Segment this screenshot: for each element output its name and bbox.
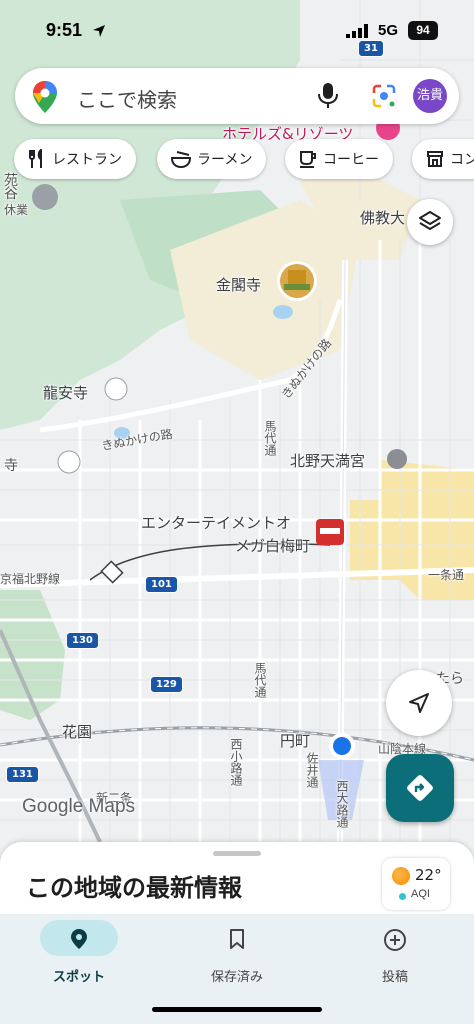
coffee-cup-icon [300, 151, 316, 168]
network-type: 5G [378, 22, 399, 39]
route-shield-101: 101 [145, 576, 178, 593]
location-pin-icon [71, 929, 87, 949]
map-label-ryoanji[interactable]: 龍安寺 [43, 382, 88, 403]
map-label-tani: 谷 [4, 186, 18, 202]
map-label-ji-left: 寺 [4, 458, 18, 474]
aqi-label: AQI [411, 888, 430, 900]
cellular-signal-icon [346, 24, 368, 38]
route-shield-129: 129 [150, 676, 183, 693]
map-label-ichijo: 一条通 [428, 568, 465, 582]
battery-indicator: 94 [408, 21, 438, 40]
map-label-kinkakuji[interactable]: 金閣寺 [216, 274, 261, 295]
add-circle-icon [384, 929, 406, 951]
navigation-arrow-icon [409, 693, 429, 713]
status-time: 9:51 [46, 20, 83, 40]
map-label-entertainment-2[interactable]: メガ白梅町 [235, 535, 310, 556]
map-label-kyofuku: 京福北野線 [0, 572, 61, 586]
fork-knife-icon [29, 149, 42, 168]
google-maps-logo: Google Maps [22, 796, 136, 817]
map-label-hanazono[interactable]: 花園 [62, 721, 92, 742]
map-label-saidoori: 佐井通 [305, 752, 319, 788]
layers-button[interactable] [407, 199, 453, 245]
convenience-store-icon [427, 151, 443, 167]
directions-button[interactable] [386, 754, 454, 822]
map-label-baku: 馬代通 [253, 662, 267, 698]
map-label-nishioji: 西大路通 [335, 780, 349, 828]
nav-label: 投稿 [381, 970, 408, 985]
nav-item-post[interactable]: 投稿 [335, 920, 455, 1000]
bookmark-icon [230, 929, 244, 949]
nav-item-saved[interactable]: 保存済み [177, 920, 297, 1000]
microphone-icon[interactable] [317, 82, 339, 110]
layers-icon [419, 211, 441, 230]
map-label-emmachi[interactable]: 円町 [280, 730, 310, 751]
status-bar: 9:51 5G 94 [0, 0, 474, 60]
location-arrow-icon [93, 25, 105, 37]
aqi-dot-icon [399, 893, 406, 900]
directions-icon [407, 775, 433, 801]
nav-label: スポット [52, 970, 105, 985]
map-label-nishikoji: 西小路通 [229, 738, 243, 786]
my-location-button[interactable] [386, 670, 452, 736]
search-bar[interactable]: ここで検索 浩貴 [15, 68, 459, 124]
chip-label: コーヒー [323, 152, 379, 168]
map-label-entertainment[interactable]: エンターテイメントオ [141, 512, 291, 533]
home-indicator[interactable] [152, 1007, 322, 1012]
sheet-drag-handle[interactable] [213, 851, 261, 856]
temperature: 22° [415, 866, 442, 884]
map-label-kitano[interactable]: 北野天満宮 [290, 450, 365, 471]
bottom-sheet[interactable]: この地域の最新情報 22° AQI [0, 842, 474, 922]
chip-restaurant[interactable]: レストラン [14, 139, 136, 179]
google-lens-icon[interactable] [371, 83, 397, 109]
chip-label: レストラン [52, 152, 122, 168]
chip-label: コン [450, 152, 474, 168]
map-label-kyuugyou: 休業 [4, 203, 29, 217]
chip-convenience[interactable]: コン [412, 139, 474, 179]
map-label-bukkyo[interactable]: 佛教大 [360, 207, 405, 228]
ramen-bowl-icon [171, 151, 191, 168]
nav-item-spot[interactable]: スポット [19, 920, 139, 1000]
sun-icon [392, 867, 410, 885]
chip-coffee[interactable]: コーヒー [285, 139, 393, 179]
route-shield-130: 130 [66, 632, 99, 649]
route-shield-131: 131 [6, 766, 39, 783]
map-label-badai: 馬代通 [263, 420, 277, 456]
avatar[interactable]: 浩貴 [413, 79, 447, 113]
chip-ramen[interactable]: ラーメン [157, 139, 267, 179]
google-maps-pin-icon [33, 81, 57, 113]
nav-label: 保存済み [210, 970, 263, 985]
chip-label: ラーメン [197, 152, 253, 168]
search-input[interactable]: ここで検索 [77, 84, 177, 113]
sheet-title: この地域の最新情報 [26, 874, 242, 902]
weather-widget[interactable]: 22° AQI [382, 858, 450, 910]
